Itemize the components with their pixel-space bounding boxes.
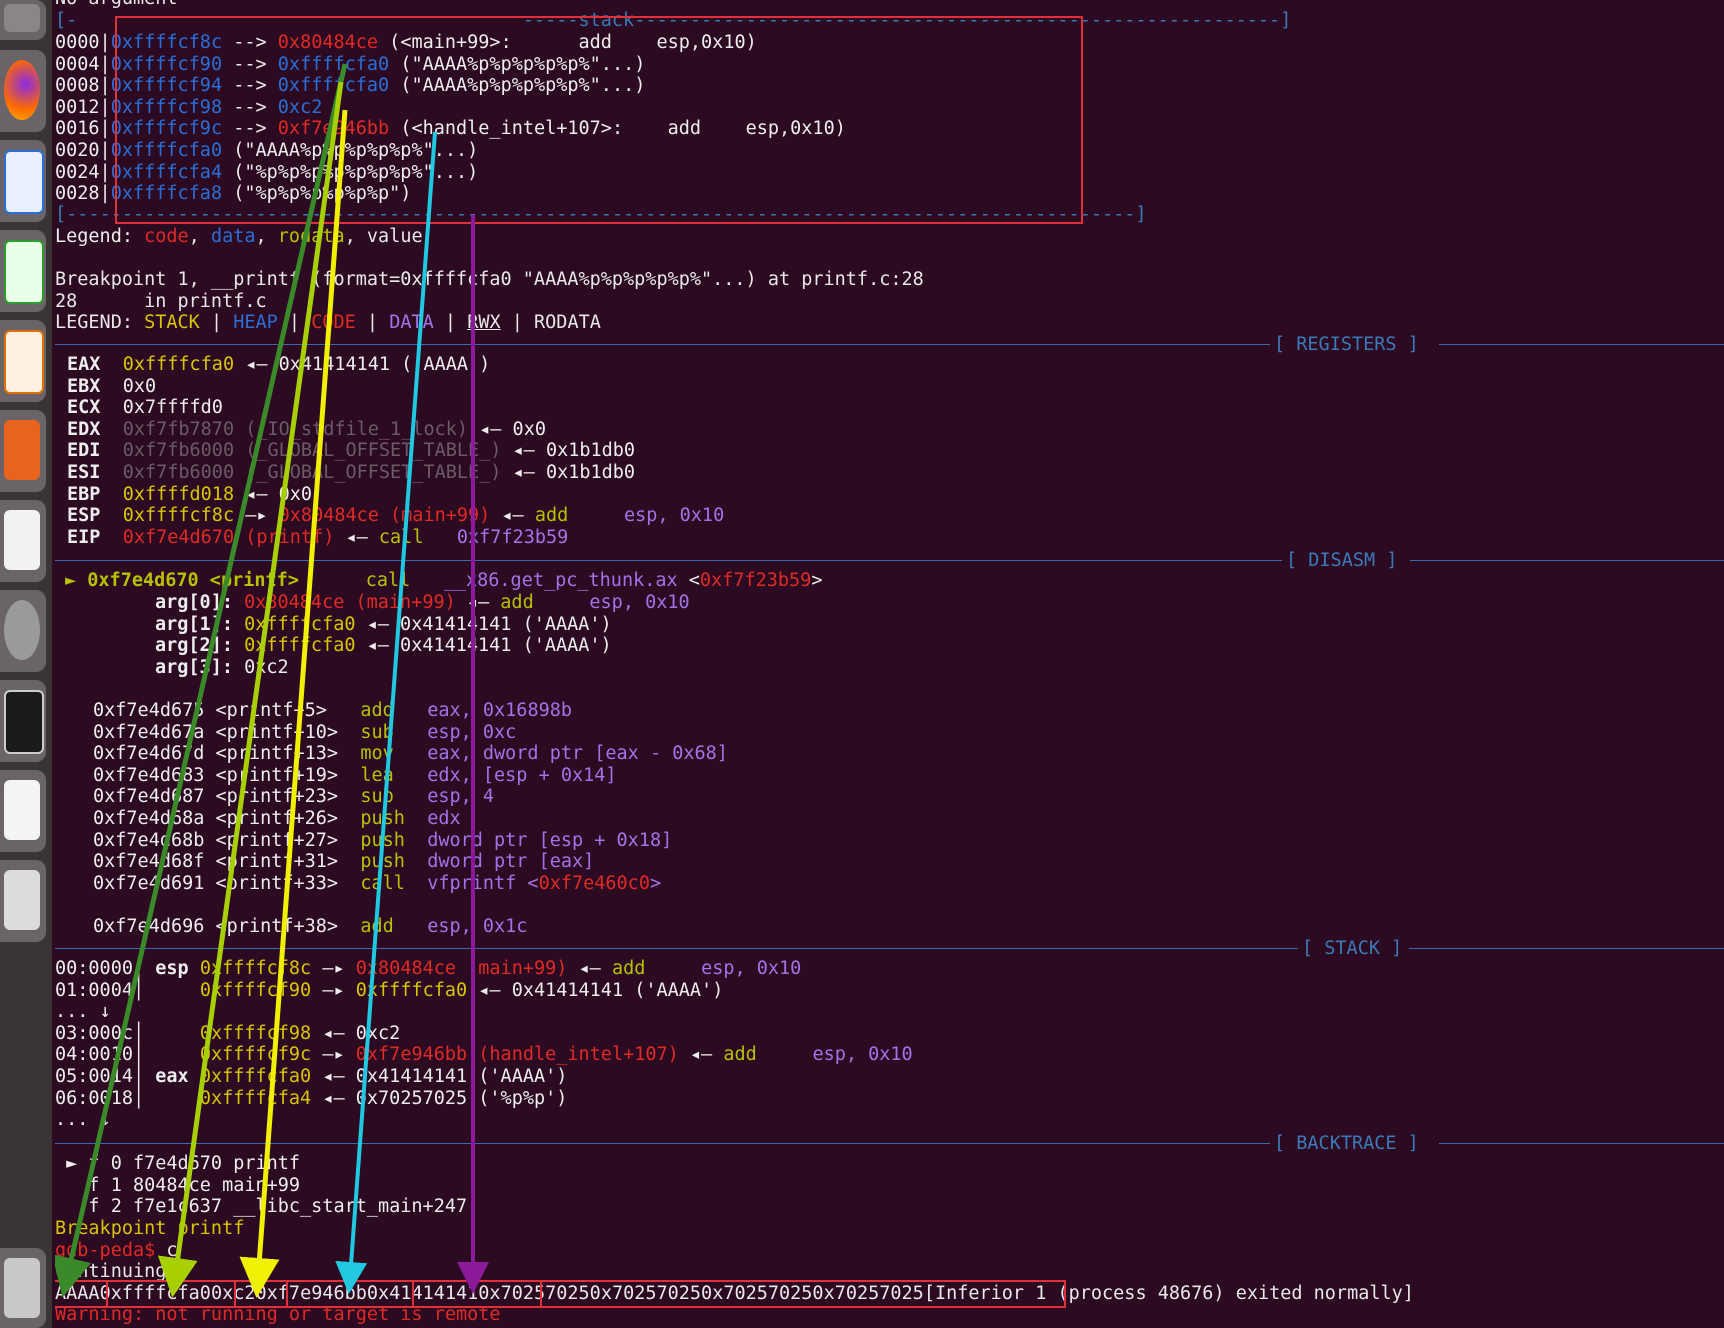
firefox-icon[interactable] xyxy=(0,50,46,132)
annotation-arrows xyxy=(55,63,489,1298)
launcher-sidebar xyxy=(0,0,52,1328)
amazon-icon[interactable] xyxy=(0,500,46,582)
launcher-top-button[interactable] xyxy=(0,0,46,40)
files-icon[interactable] xyxy=(0,140,46,222)
arrow-yellow xyxy=(239,109,348,1298)
spreadsheet-icon[interactable] xyxy=(0,230,46,312)
drive-icon[interactable] xyxy=(0,860,46,942)
terminal-window[interactable]: No argument [- -----stack---------------… xyxy=(55,0,1724,1328)
settings-gear-icon[interactable] xyxy=(0,590,46,672)
text-editor-icon[interactable] xyxy=(0,770,46,852)
arrow-lime xyxy=(157,81,344,1298)
terminal-icon[interactable] xyxy=(0,680,46,762)
arrow-cyan xyxy=(335,131,437,1294)
presentation-icon[interactable] xyxy=(0,320,46,402)
software-center-icon[interactable] xyxy=(0,410,46,492)
trash-icon[interactable] xyxy=(0,1248,46,1328)
